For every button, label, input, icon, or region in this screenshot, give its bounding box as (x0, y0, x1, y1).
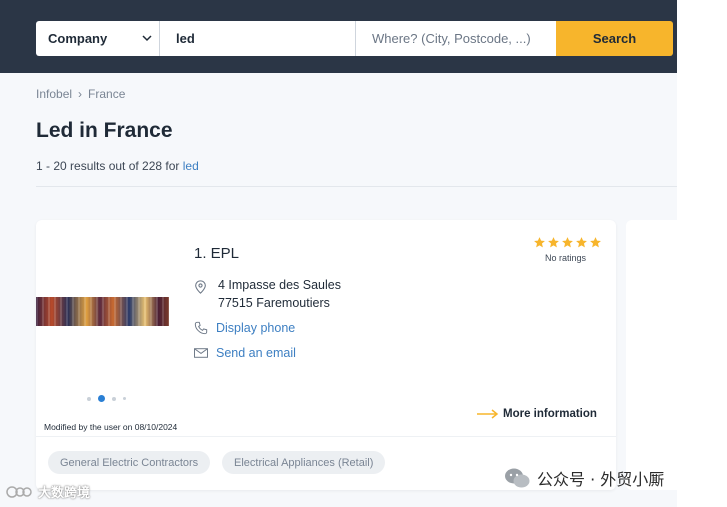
chevron-right-icon: › (78, 87, 83, 101)
wechat-icon (505, 468, 530, 488)
more-information-label: More information (503, 408, 597, 420)
envelope-icon (194, 348, 208, 358)
arrow-right-icon (477, 409, 499, 419)
results-count: 1 - 20 results out of 228 for led (36, 159, 199, 173)
address-line1: 4 Impasse des Saules (218, 278, 341, 292)
chevron-down-icon (142, 35, 152, 42)
star-icon (534, 237, 545, 248)
display-phone-link[interactable]: Display phone (216, 321, 295, 335)
carousel-dot[interactable] (112, 396, 116, 401)
search-bar: Company led Where? (City, Postcode, ...)… (36, 21, 673, 56)
watermark-right: 公众号 · 外贸小厮 (503, 466, 664, 490)
phone-icon (194, 321, 208, 335)
star-icon (562, 237, 573, 248)
breadcrumb-france[interactable]: France (88, 87, 125, 101)
breadcrumb: Infobel › France (36, 87, 125, 101)
category-tag[interactable]: General Electric Contractors (48, 451, 211, 474)
address-line2: 77515 Faremoutiers (218, 296, 330, 310)
company-select-label: Company (48, 31, 108, 46)
card-divider (36, 436, 616, 437)
watermark-right-text: 公众号 · 外贸小厮 (537, 470, 665, 489)
page-title: Led in France (36, 119, 173, 142)
rating-text: No ratings (545, 253, 587, 263)
star-icon (590, 237, 601, 248)
modified-text: Modified by the user on 08/10/2024 (44, 422, 178, 432)
results-count-text: 1 - 20 results out of 228 for (36, 159, 183, 173)
results-query-link[interactable]: led (183, 159, 199, 173)
divider (36, 186, 677, 187)
category-tag[interactable]: Electrical Appliances (Retail) (222, 451, 386, 474)
what-input[interactable]: led (160, 21, 356, 56)
more-information-link[interactable]: More information (477, 408, 597, 420)
header: Company led Where? (City, Postcode, ...)… (0, 0, 677, 73)
carousel-dot[interactable] (123, 397, 126, 400)
location-pin-icon (195, 280, 206, 294)
listing-photo[interactable] (36, 297, 169, 326)
listing-name[interactable]: 1. EPL (194, 245, 239, 262)
carousel-dot-active[interactable] (98, 395, 105, 402)
watermark-left: 大数跨境 (6, 482, 90, 501)
star-icon (548, 237, 559, 248)
breadcrumb-infobel[interactable]: Infobel (36, 87, 72, 101)
carousel-dot[interactable] (87, 396, 91, 401)
send-email-link[interactable]: Send an email (216, 346, 296, 360)
next-listing-card (626, 220, 686, 490)
carousel-dots (87, 395, 126, 402)
search-button[interactable]: Search (556, 21, 673, 56)
watermark-left-text: 大数跨境 (38, 486, 91, 501)
watermark-logo-icon (6, 485, 32, 498)
where-input[interactable]: Where? (City, Postcode, ...) (356, 21, 556, 56)
page: Company led Where? (City, Postcode, ...)… (0, 0, 686, 507)
listing-card: 1. EPL No ratings 4 Impasse des Saules 7… (36, 220, 616, 490)
rating-stars (533, 236, 602, 249)
star-icon (576, 237, 587, 248)
company-select[interactable]: Company (36, 21, 160, 56)
